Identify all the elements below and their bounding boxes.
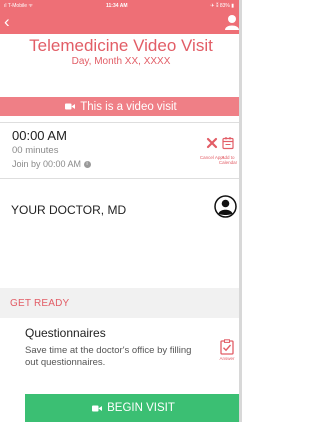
add-to-calendar-button[interactable]: Add to Calendar (213, 136, 242, 165)
info-icon[interactable]: i (83, 161, 91, 169)
battery-status: ✈ ⁑ 83% ▮ (210, 3, 234, 9)
answer-questionnaires-label[interactable]: Answer (214, 356, 240, 361)
join-by-label: Join by 00:00 AM (12, 159, 82, 169)
questionnaires-title: Questionnaires (25, 326, 106, 340)
divider (0, 122, 242, 123)
add-to-calendar-label: Add to Calendar (218, 155, 238, 165)
questionnaires-description: Save time at the doctor's office by fill… (25, 345, 192, 368)
clipboard-check-icon[interactable] (219, 339, 235, 355)
chevron-left-icon[interactable]: ‹ (4, 12, 10, 32)
appointment-duration: 00 minutes (12, 145, 59, 156)
video-visit-banner: This is a video visit (0, 97, 242, 116)
video-camera-icon (65, 103, 76, 110)
begin-visit-label: BEGIN VISIT (107, 402, 175, 414)
user-icon[interactable] (225, 14, 239, 30)
visit-date: Day, Month XX, XXXX (71, 56, 171, 67)
doctor-name: YOUR DOCTOR, MD (11, 203, 127, 217)
divider (0, 178, 242, 179)
get-ready-heading: GET READY (10, 298, 70, 309)
banner-text: This is a video visit (80, 100, 177, 113)
join-by-text: Join by 00:00 AM i (12, 159, 91, 169)
begin-visit-button[interactable]: BEGIN VISIT (25, 394, 242, 422)
app-screen: ıl T-Mobile ᯤ 11:34 AM ✈ ⁑ 83% ▮ ‹ Telem… (0, 0, 242, 422)
status-bar: ıl T-Mobile ᯤ 11:34 AM ✈ ⁑ 83% ▮ (0, 0, 242, 11)
video-camera-icon (92, 405, 103, 411)
carrier-signal: ıl T-Mobile ᯤ (4, 3, 33, 9)
page-title: Telemedicine Video Visit (29, 36, 213, 55)
status-time: 11:34 AM (106, 3, 128, 9)
calendar-icon (222, 137, 234, 150)
appointment-time: 00:00 AM (12, 128, 67, 143)
device-frame-edge (239, 0, 242, 422)
doctor-avatar-icon (214, 195, 237, 218)
nav-bar: ‹ (0, 11, 242, 34)
